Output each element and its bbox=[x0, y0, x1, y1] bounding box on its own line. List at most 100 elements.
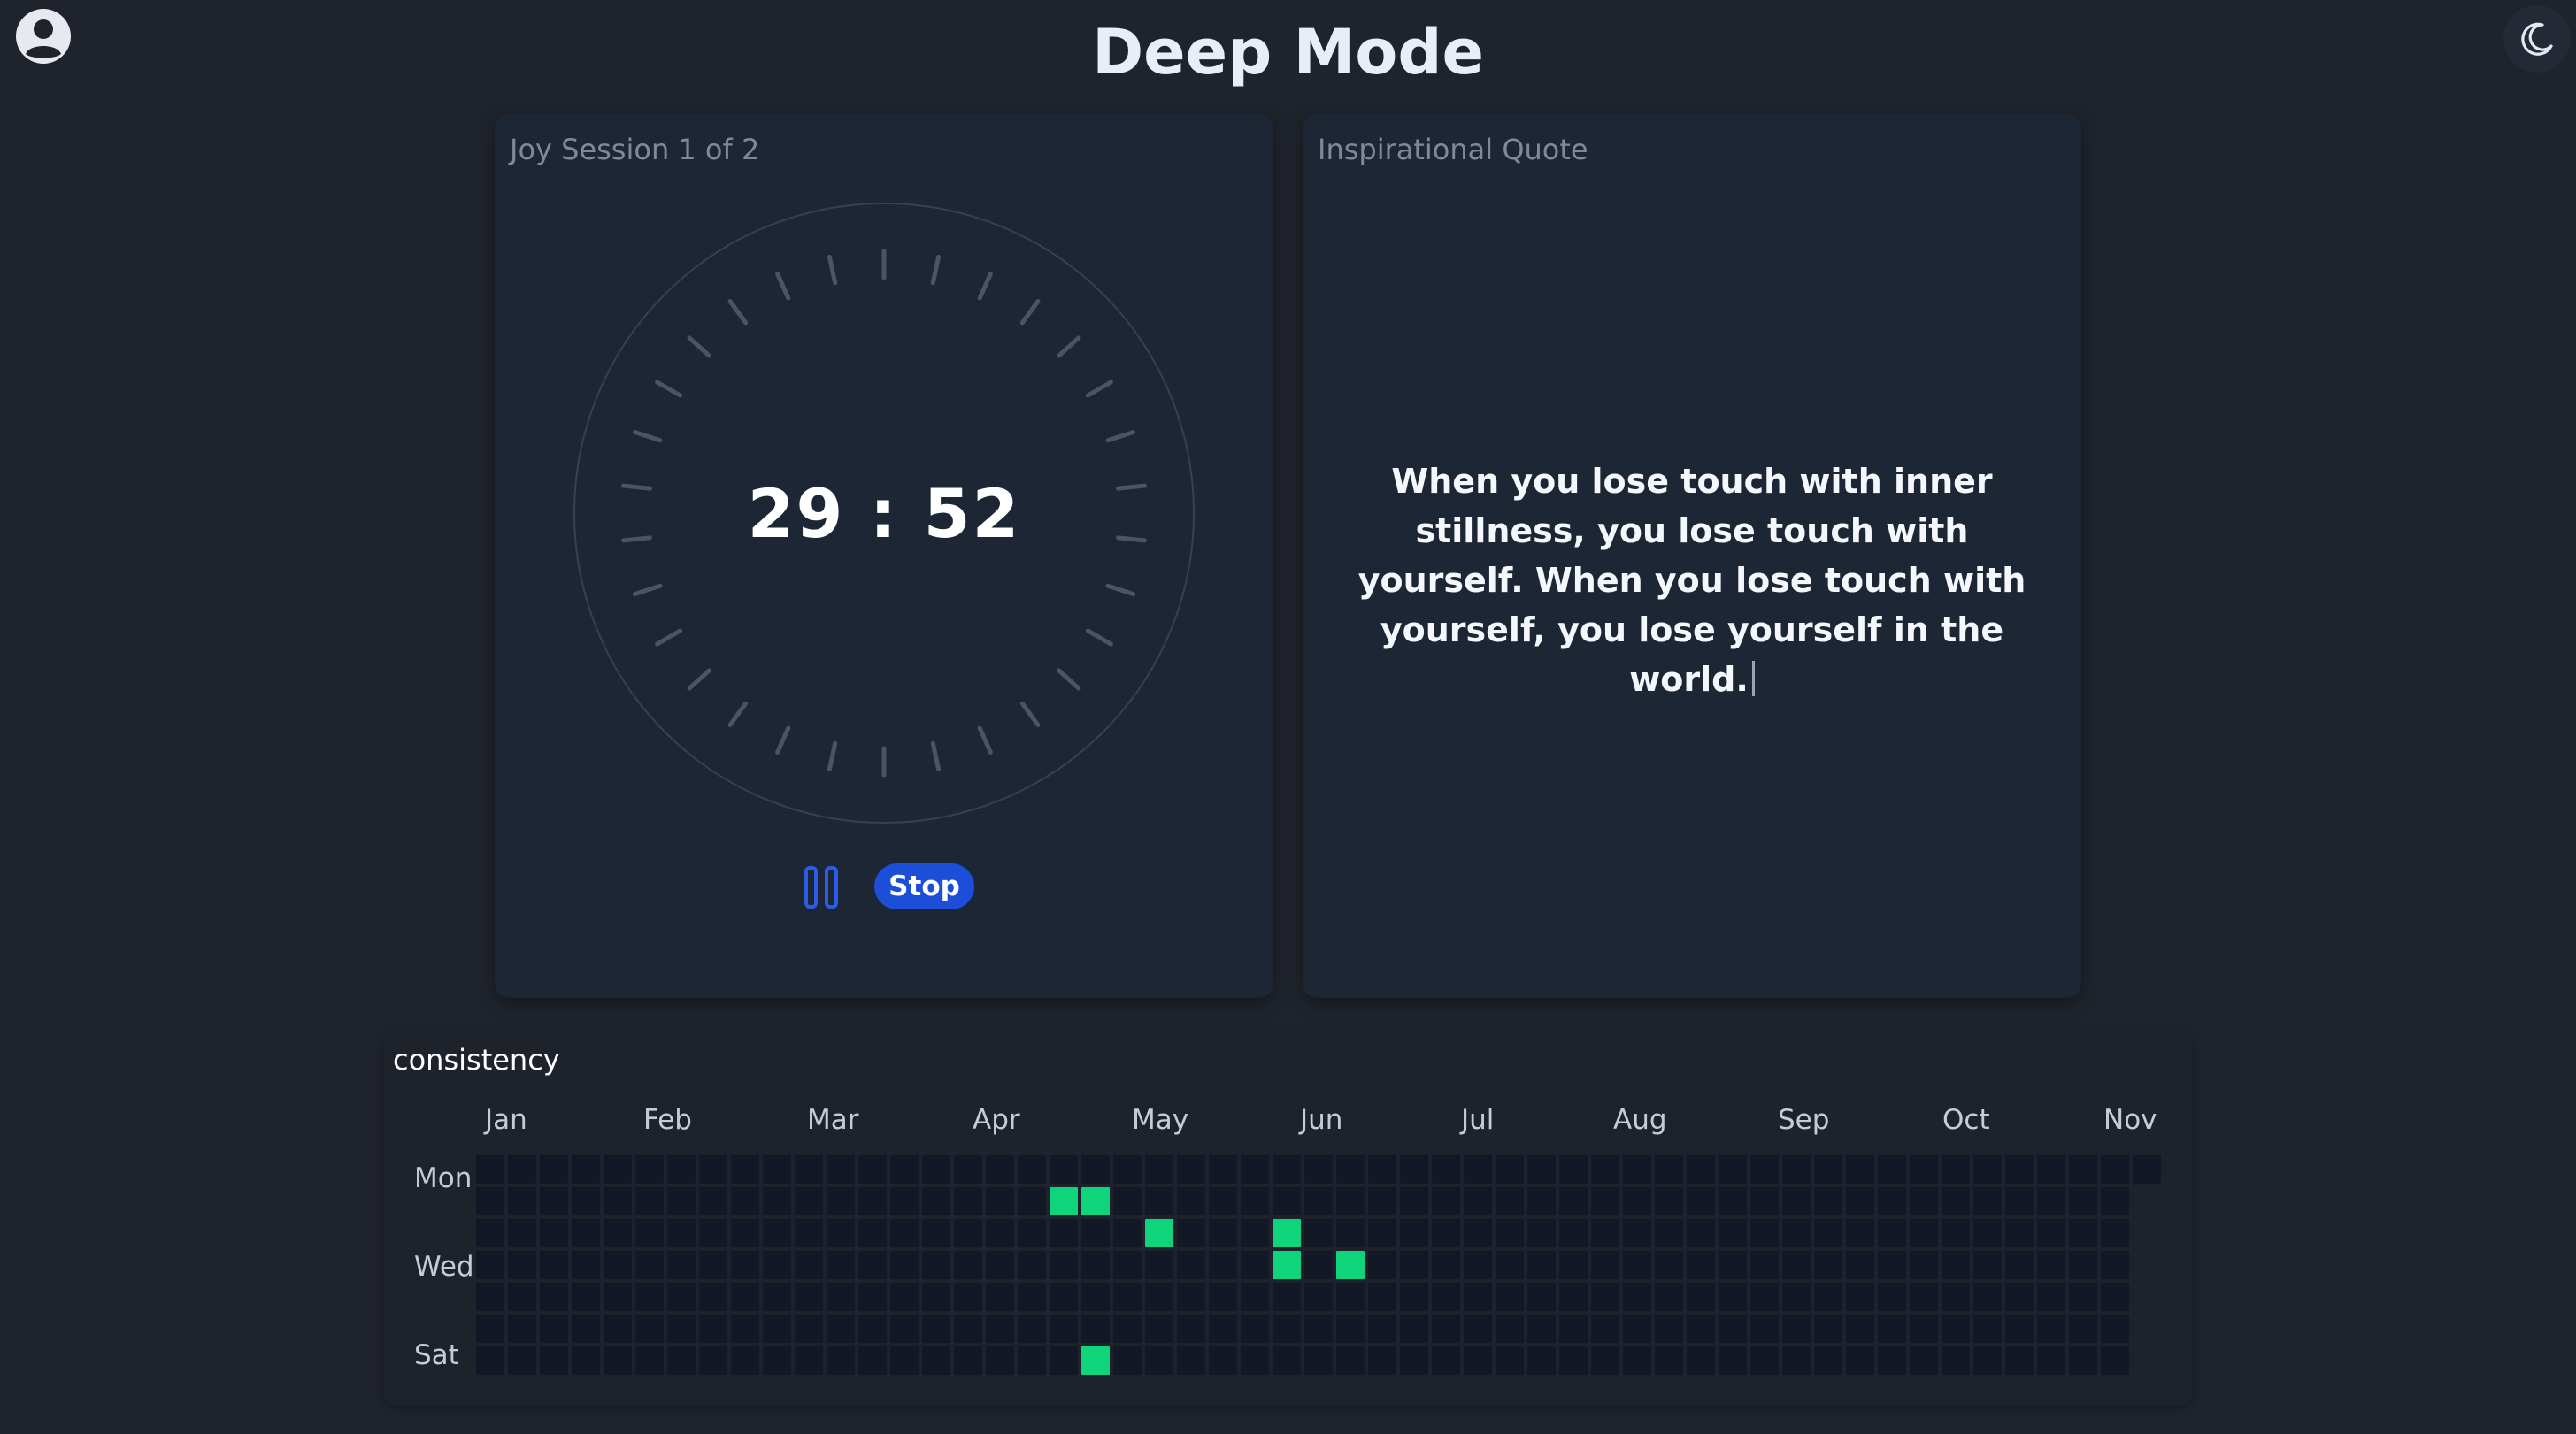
dial-tick bbox=[1085, 628, 1113, 647]
quote-card: Inspirational Quote When you lose touch … bbox=[1303, 114, 2081, 998]
heatmap-cell bbox=[508, 1155, 536, 1184]
heatmap-cell bbox=[1368, 1251, 1396, 1279]
heatmap-cell bbox=[1432, 1315, 1460, 1343]
heatmap-cell bbox=[2069, 1283, 2097, 1311]
heatmap-cell bbox=[1814, 1346, 1842, 1375]
dial-tick bbox=[1057, 668, 1081, 691]
heatmap-cell bbox=[1973, 1315, 2002, 1343]
heatmap-cell bbox=[667, 1219, 696, 1247]
heatmap-cell bbox=[795, 1283, 823, 1311]
heatmap-cell bbox=[1559, 1346, 1588, 1375]
theme-toggle-button[interactable] bbox=[2503, 5, 2571, 73]
heatmap-cell bbox=[2037, 1315, 2065, 1343]
heatmap-cell bbox=[1623, 1251, 1651, 1279]
heatmap-cell bbox=[1018, 1187, 1046, 1215]
heatmap-cell bbox=[1241, 1187, 1269, 1215]
heatmap-cell bbox=[572, 1346, 600, 1375]
dial-tick bbox=[1105, 430, 1136, 443]
heatmap-cell bbox=[1113, 1187, 1142, 1215]
heatmap-cell bbox=[1750, 1315, 1779, 1343]
heatmap-cell bbox=[1177, 1346, 1205, 1375]
heatmap-cell bbox=[1527, 1346, 1556, 1375]
heatmap-cell bbox=[2005, 1315, 2034, 1343]
heatmap-cell bbox=[890, 1346, 919, 1375]
moon-icon bbox=[2521, 22, 2553, 56]
heatmap-cell bbox=[1942, 1346, 1970, 1375]
heatmap-cell bbox=[1464, 1155, 1492, 1184]
heatmap-cell bbox=[1018, 1315, 1046, 1343]
heatmap-cell bbox=[1878, 1155, 1906, 1184]
heatmap-cell bbox=[731, 1283, 759, 1311]
dial-tick bbox=[977, 725, 993, 755]
heatmap-cell bbox=[1081, 1219, 1110, 1247]
heatmap-cell bbox=[954, 1219, 982, 1247]
heatmap-cell bbox=[1336, 1346, 1365, 1375]
heatmap-cell bbox=[699, 1251, 727, 1279]
dial-tick bbox=[930, 254, 942, 286]
heatmap-cell bbox=[954, 1346, 982, 1375]
heatmap-cell bbox=[1113, 1283, 1142, 1311]
heatmap-cell bbox=[1750, 1155, 1779, 1184]
heatmap-cell bbox=[1050, 1315, 1078, 1343]
heatmap-cell bbox=[1081, 1251, 1110, 1279]
heatmap-cell bbox=[1623, 1346, 1651, 1375]
heatmap-cell bbox=[1623, 1283, 1651, 1311]
heatmap-cell bbox=[1304, 1315, 1333, 1343]
heatmap-cell bbox=[922, 1219, 950, 1247]
heatmap-cell bbox=[604, 1155, 632, 1184]
heatmap-cell bbox=[763, 1346, 791, 1375]
heatmap-cell bbox=[1241, 1251, 1269, 1279]
heatmap-cell bbox=[1464, 1315, 1492, 1343]
heatmap-cell bbox=[1113, 1315, 1142, 1343]
heatmap-cell bbox=[1400, 1315, 1428, 1343]
heatmap-cell bbox=[1273, 1315, 1301, 1343]
heatmap-cell bbox=[827, 1155, 855, 1184]
heatmap-cell bbox=[1910, 1155, 1938, 1184]
heatmap-cell bbox=[827, 1346, 855, 1375]
heatmap-cell bbox=[572, 1315, 600, 1343]
heatmap-cell bbox=[1814, 1187, 1842, 1215]
heatmap-cell bbox=[1113, 1346, 1142, 1375]
dial-tick bbox=[621, 535, 652, 543]
heatmap-cell bbox=[540, 1251, 568, 1279]
heatmap-cell bbox=[954, 1283, 982, 1311]
heatmap-cell bbox=[2005, 1219, 2034, 1247]
heatmap-cell bbox=[1973, 1155, 2002, 1184]
heatmap-cell bbox=[1241, 1155, 1269, 1184]
heatmap-cell bbox=[1273, 1187, 1301, 1215]
heatmap-cell bbox=[1750, 1346, 1779, 1375]
heatmap-cell bbox=[1336, 1219, 1365, 1247]
heatmap-cell bbox=[1942, 1251, 1970, 1279]
heatmap-cell bbox=[2037, 1219, 2065, 1247]
heatmap-cell bbox=[1209, 1187, 1237, 1215]
dial-tick bbox=[655, 628, 683, 647]
heatmap-cell bbox=[1559, 1187, 1588, 1215]
stop-button[interactable]: Stop bbox=[874, 863, 974, 909]
heatmap-cell bbox=[1081, 1315, 1110, 1343]
heatmap-cell bbox=[540, 1187, 568, 1215]
heatmap-cell bbox=[731, 1219, 759, 1247]
heatmap-cell bbox=[572, 1283, 600, 1311]
heatmap-cell bbox=[1846, 1187, 1874, 1215]
heatmap-cell bbox=[986, 1155, 1014, 1184]
heatmap-cell bbox=[1241, 1283, 1269, 1311]
heatmap-cell bbox=[1973, 1219, 2002, 1247]
heatmap-cell bbox=[1750, 1219, 1779, 1247]
heatmap-cell bbox=[1273, 1155, 1301, 1184]
heatmap-cell bbox=[890, 1219, 919, 1247]
heatmap-cell bbox=[1846, 1315, 1874, 1343]
heatmap-cell bbox=[1400, 1219, 1428, 1247]
dial-tick bbox=[977, 272, 993, 301]
heatmap-cell bbox=[827, 1315, 855, 1343]
heatmap-cell bbox=[1878, 1187, 1906, 1215]
heatmap-cell bbox=[922, 1251, 950, 1279]
month-label: Jun bbox=[1300, 1104, 1343, 1136]
heatmap-cell bbox=[476, 1187, 504, 1215]
pause-button[interactable] bbox=[803, 864, 842, 910]
heatmap-cell bbox=[1527, 1315, 1556, 1343]
heatmap-cell bbox=[635, 1155, 664, 1184]
heatmap-cell bbox=[1719, 1315, 1747, 1343]
heatmap-cell bbox=[1910, 1187, 1938, 1215]
heatmap-cell bbox=[1018, 1283, 1046, 1311]
heatmap-cell bbox=[1719, 1187, 1747, 1215]
